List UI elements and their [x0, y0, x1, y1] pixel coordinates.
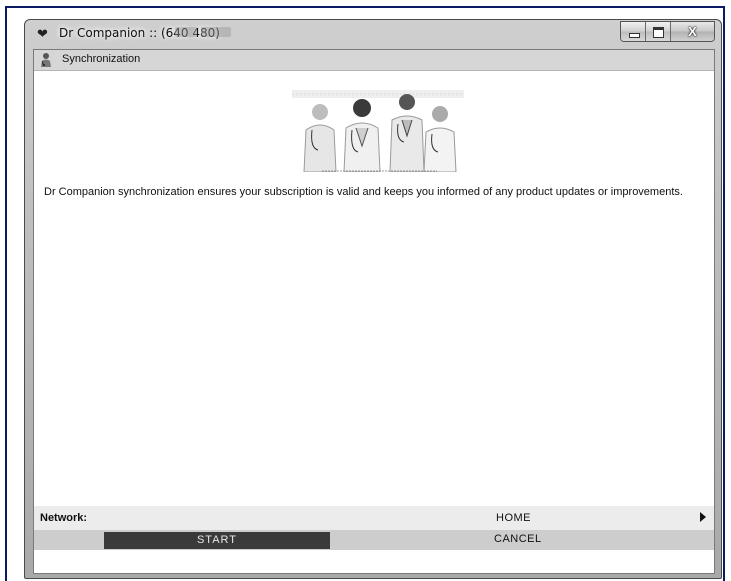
- sync-description: Dr Companion synchronization ensures you…: [44, 186, 683, 198]
- titlebar-blur: [175, 27, 197, 37]
- heart-icon: ❤: [37, 26, 48, 41]
- title-bar[interactable]: ❤ Dr Companion :: (640 480) X: [25, 20, 721, 48]
- maximize-icon: [653, 27, 664, 38]
- network-row[interactable]: Network: HOME: [34, 506, 714, 530]
- minimize-button[interactable]: [621, 22, 646, 41]
- start-button[interactable]: START: [104, 532, 330, 549]
- client-bottom-padding: [34, 550, 714, 573]
- doctors-banner-image: [292, 90, 464, 172]
- network-value[interactable]: HOME: [496, 512, 531, 524]
- section-header: Synchronization: [34, 50, 714, 71]
- app-window: ❤ Dr Companion :: (640 480) X Synchroniz: [24, 19, 722, 579]
- client-area: Synchronization Dr Companion synchroniza…: [33, 49, 715, 574]
- action-bar: START CANCEL: [34, 530, 714, 550]
- close-button[interactable]: X: [671, 22, 714, 41]
- medical-staff-icon: [41, 53, 51, 67]
- section-title: Synchronization: [62, 53, 141, 65]
- close-icon: X: [688, 24, 697, 39]
- chevron-right-icon[interactable]: [700, 512, 706, 522]
- network-label: Network:: [40, 512, 88, 524]
- maximize-button[interactable]: [646, 22, 671, 41]
- minimize-icon: [629, 33, 640, 38]
- titlebar-blur: [201, 27, 231, 37]
- window-controls: X: [620, 21, 715, 42]
- cancel-button[interactable]: CANCEL: [494, 533, 542, 545]
